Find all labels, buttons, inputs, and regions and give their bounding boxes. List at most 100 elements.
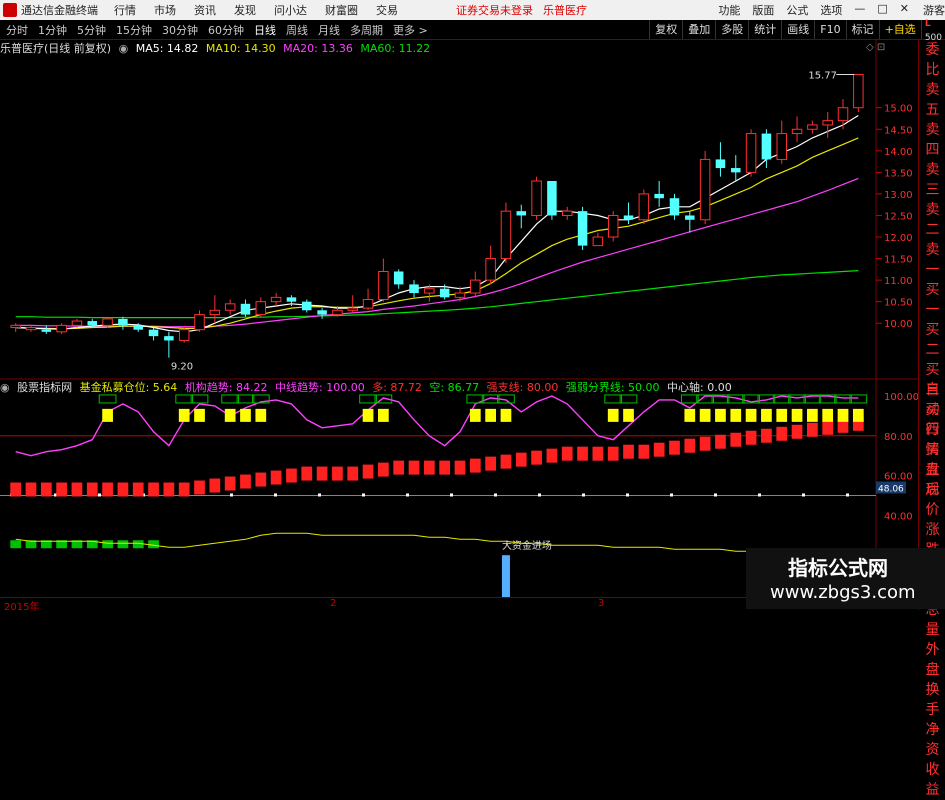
outflow-bar (132, 540, 144, 549)
signal-marker (607, 408, 619, 422)
maximize-button[interactable]: □ (877, 2, 887, 18)
menu-item-trade[interactable]: 交易 (376, 2, 398, 18)
inflow-bar (286, 468, 297, 483)
tool-overlay-button[interactable]: 叠加 (682, 20, 715, 39)
auto-panel-item[interactable]: 行情 (919, 420, 945, 460)
candle-body (378, 270, 389, 301)
signal-outline (619, 394, 638, 404)
watermark-title: 指标公式网 (788, 556, 888, 580)
menu-item-news[interactable]: 资讯 (194, 2, 216, 18)
side-panel-item[interactable]: 换手 (919, 680, 945, 720)
tool-mark-button[interactable]: 标记 (845, 20, 879, 39)
side-panel-item[interactable]: 买二 (919, 320, 945, 360)
signal-marker (730, 408, 742, 422)
menu-item-wealth[interactable]: 财富圈 (325, 2, 358, 18)
signal-outline (190, 394, 209, 404)
ma20-line (15, 177, 859, 328)
period-bar: 分时 1分钟 5分钟 15分钟 30分钟 60分钟 日线 周线 月线 多周期 更… (0, 20, 945, 43)
side-panel-item[interactable]: 委比 (919, 40, 945, 80)
inflow-bar (531, 450, 542, 465)
close-button[interactable]: ✕ (900, 2, 909, 18)
candle-body (500, 210, 512, 260)
login-notice[interactable]: 证券交易未登录 (456, 2, 533, 18)
side-panel-item[interactable]: 净资 (919, 720, 945, 760)
side-panel-item[interactable]: 卖一 (919, 240, 945, 280)
tool-multi-stock-button[interactable]: 多股 (715, 20, 748, 39)
price-axis-label: 12.50 (884, 211, 913, 222)
candle-body (286, 297, 297, 302)
inflow-bar (761, 428, 772, 443)
center-dot (406, 493, 409, 497)
candle-body (654, 193, 664, 199)
tool-adjust-button[interactable]: 复权 (649, 20, 682, 39)
signal-outline (680, 394, 699, 404)
period-tab-5min[interactable]: 5分钟 (77, 22, 106, 38)
period-tab-intraday[interactable]: 分时 (6, 22, 28, 38)
menu-item-discover[interactable]: 发现 (234, 2, 256, 18)
auto-panel-item[interactable]: 盘后 (919, 460, 945, 500)
period-tab-more[interactable]: 更多 > (393, 22, 428, 38)
inflow-bar (423, 460, 435, 475)
price-axis-label: 11.50 (884, 255, 913, 266)
period-tab-1min[interactable]: 1分钟 (38, 22, 67, 38)
inflow-bar (347, 466, 359, 481)
candle-body (577, 211, 588, 246)
candle-body (41, 329, 52, 332)
minimize-button[interactable]: — (854, 2, 865, 18)
inflow-bar (71, 482, 83, 497)
period-tab-15min[interactable]: 15分钟 (116, 22, 152, 38)
candle-body (561, 210, 573, 216)
inflow-bar (469, 458, 481, 473)
candle-body (791, 128, 803, 135)
side-panel-item[interactable]: 卖四 (919, 120, 945, 160)
signal-outline (221, 394, 240, 404)
right-tab-l[interactable]: L 500 (920, 20, 945, 43)
candle-body (178, 329, 190, 341)
period-tab-monthly[interactable]: 月线 (318, 22, 340, 38)
side-panel-item[interactable]: 买一 (919, 280, 945, 320)
period-tab-daily[interactable]: 日线 (254, 22, 276, 38)
menu-item-options[interactable]: 选项 (820, 2, 842, 18)
menu-item-formula[interactable]: 公式 (786, 2, 808, 18)
menu-item-layout[interactable]: 版面 (752, 2, 774, 18)
side-panel-item[interactable]: 卖三 (919, 160, 945, 200)
period-tab-weekly[interactable]: 周线 (286, 22, 308, 38)
period-tab-60min[interactable]: 60分钟 (208, 22, 244, 38)
chart-collapse-icon[interactable]: ◇ ⊡ (866, 42, 885, 53)
auto-panel-item[interactable]: 自动 (919, 380, 945, 420)
period-tab-multi[interactable]: 多周期 (350, 22, 383, 38)
date-label-mar: 3 (598, 598, 605, 609)
side-panel-item[interactable]: 卖二 (919, 200, 945, 240)
side-panel-item[interactable]: 外盘 (919, 640, 945, 680)
guest-label[interactable]: 游客 (923, 2, 945, 18)
add-watchlist-button[interactable]: +自选 (878, 20, 921, 39)
price-chart[interactable]: 15.00 14.50 14.00 13.50 13.00 12.50 12.00 11.50… (0, 40, 918, 380)
price-axis-label: 10.50 (884, 298, 913, 309)
menu-item-ask[interactable]: 问小达 (274, 2, 307, 18)
price-axis-label: 10.00 (884, 319, 913, 330)
menu-item-quotes[interactable]: 行情 (114, 2, 136, 18)
side-panel-item[interactable]: 收益 (919, 760, 945, 800)
signal-outline (834, 394, 852, 404)
tool-f10-button[interactable]: F10 (814, 20, 845, 39)
candle-body (302, 301, 312, 311)
inflow-bar (439, 460, 451, 475)
menu-item-market[interactable]: 市场 (154, 2, 176, 18)
candle-body (56, 324, 67, 333)
candle-body (731, 168, 741, 173)
signal-outline (788, 394, 806, 404)
tool-draw-button[interactable]: 画线 (781, 20, 814, 39)
candle-body (409, 284, 419, 294)
center-dot (538, 493, 541, 497)
candle-body (102, 318, 113, 326)
menu-item-function[interactable]: 功能 (718, 2, 740, 18)
signal-marker (791, 408, 803, 422)
candle-body (776, 133, 787, 160)
center-dot (362, 493, 365, 497)
low-price-label: 9.20 (171, 362, 193, 373)
period-tab-30min[interactable]: 30分钟 (162, 22, 198, 38)
candle-body (362, 299, 374, 309)
candle-body (10, 324, 21, 329)
tool-stats-button[interactable]: 统计 (748, 20, 781, 39)
side-panel-item[interactable]: 卖五 (919, 80, 945, 120)
